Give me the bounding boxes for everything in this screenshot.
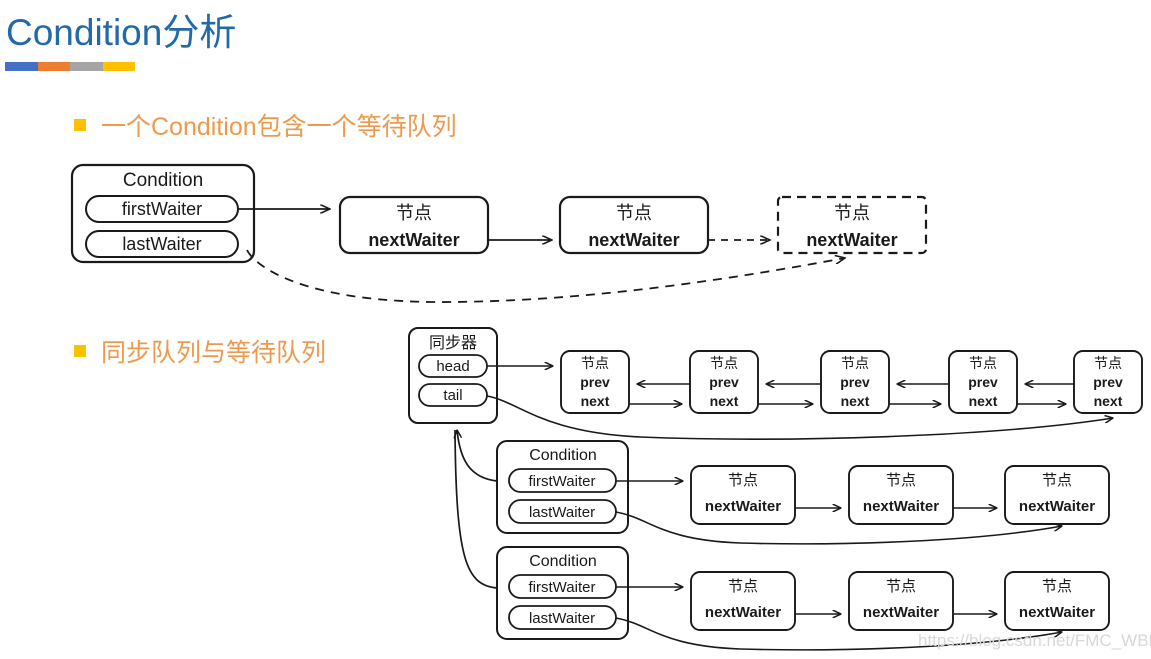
condition-a-node-3-title: 节点 (1042, 472, 1072, 489)
sync-node-5-title: 节点 (1094, 355, 1122, 371)
synchronizer-tail: tail (443, 387, 462, 404)
sync-node-2: 节点 prev next (689, 350, 759, 414)
title-rule-segment-1 (5, 62, 38, 71)
condition-b-node-2-nextwaiter: nextWaiter (863, 604, 939, 621)
top-condition-box: Condition firstWaiter lastWaiter (70, 163, 256, 264)
bullet-label-2: 同步队列与等待队列 (101, 339, 327, 367)
condition-a-node-3: 节点 nextWaiter (1004, 465, 1110, 525)
top-node-1: 节点 nextWaiter (338, 195, 490, 255)
synchronizer-head: head (436, 358, 469, 375)
sync-node-5: 节点 prev next (1073, 350, 1143, 414)
sync-node-4: 节点 prev next (948, 350, 1018, 414)
condition-to-tail-connectors (455, 430, 498, 589)
top-condition-lastwaiter: lastWaiter (122, 234, 201, 254)
condition-box-a: Condition firstWaiter lastWaiter (496, 440, 629, 534)
synchronizer-box: 同步器 head tail (408, 327, 498, 424)
condition-a-node-1: 节点 nextWaiter (690, 465, 796, 525)
condition-a-title: Condition (529, 447, 597, 464)
sync-node-3: 节点 prev next (820, 350, 890, 414)
top-condition-title: Condition (123, 170, 203, 191)
condition-b-node-2: 节点 nextWaiter (848, 571, 954, 631)
bullet-item-1: 一个Condition包含一个等待队列 (74, 107, 457, 143)
title-underline-bar (5, 62, 135, 71)
condition-b-node-1-nextwaiter: nextWaiter (705, 604, 781, 621)
sync-node-1-next: next (581, 393, 610, 409)
condition-box-b: Condition firstWaiter lastWaiter (496, 546, 629, 640)
slide-canvas: Condition分析 一个Condition包含一个等待队列 同步队列与等待队… (0, 0, 1151, 659)
sync-node-2-next: next (710, 393, 739, 409)
top-node-3-title: 节点 (834, 203, 870, 223)
sync-node-2-prev: prev (709, 374, 739, 390)
sync-node-1-title: 节点 (581, 355, 609, 371)
condition-a-node-1-nextwaiter: nextWaiter (705, 498, 781, 515)
synchronizer-title: 同步器 (429, 334, 477, 352)
top-node-1-nextwaiter: nextWaiter (368, 230, 459, 250)
condition-b-node-1: 节点 nextWaiter (690, 571, 796, 631)
top-node-2-nextwaiter: nextWaiter (588, 230, 679, 250)
square-bullet-icon (74, 345, 86, 357)
diagram-layer: Condition firstWaiter lastWaiter 节点 next… (70, 163, 1143, 651)
top-node-3-nextwaiter: nextWaiter (806, 230, 897, 250)
title-rule-segment-4 (102, 62, 135, 71)
title-rule-segment-2 (37, 62, 70, 71)
condition-a-node-3-nextwaiter: nextWaiter (1019, 498, 1095, 515)
watermark-text: https://blog.csdn.net/FMC_WBL (918, 631, 1151, 650)
condition-b-node-3: 节点 nextWaiter (1004, 571, 1110, 631)
sync-node-5-prev: prev (1093, 374, 1123, 390)
condition-a-firstwaiter: firstWaiter (529, 473, 596, 490)
condition-b-firstwaiter: firstWaiter (529, 579, 596, 596)
title-rule-segment-3 (70, 62, 103, 71)
condition-a-node-2-title: 节点 (886, 472, 916, 489)
condition-a-node-2-nextwaiter: nextWaiter (863, 498, 939, 515)
sync-node-3-prev: prev (840, 374, 870, 390)
top-node-2: 节点 nextWaiter (558, 195, 710, 255)
sync-node-4-prev: prev (968, 374, 998, 390)
condition-b-lastwaiter: lastWaiter (529, 610, 595, 627)
top-connectors (238, 209, 845, 303)
sync-node-4-next: next (969, 393, 998, 409)
condition-b-node-3-nextwaiter: nextWaiter (1019, 604, 1095, 621)
square-bullet-icon (74, 119, 86, 131)
bullet-item-2: 同步队列与等待队列 (74, 333, 326, 369)
condition-a-node-2: 节点 nextWaiter (848, 465, 954, 525)
top-node-3: 节点 nextWaiter (776, 195, 928, 255)
condition-a-connectors (615, 481, 1062, 545)
condition-a-lastwaiter: lastWaiter (529, 504, 595, 521)
sync-node-5-next: next (1094, 393, 1123, 409)
top-condition-firstwaiter: firstWaiter (122, 199, 202, 219)
top-node-2-title: 节点 (616, 203, 652, 223)
condition-b-title: Condition (529, 553, 597, 570)
condition-a-node-1-title: 节点 (728, 472, 758, 489)
top-node-1-title: 节点 (396, 203, 432, 223)
condition-b-node-3-title: 节点 (1042, 578, 1072, 595)
sync-node-3-title: 节点 (841, 355, 869, 371)
sync-node-1-prev: prev (580, 374, 610, 390)
sync-node-1: 节点 prev next (560, 350, 630, 414)
sync-queue-connectors (486, 366, 1113, 440)
sync-node-3-next: next (841, 393, 870, 409)
condition-b-node-2-title: 节点 (886, 578, 916, 595)
sync-node-4-title: 节点 (969, 355, 997, 371)
bullet-label-1: 一个Condition包含一个等待队列 (101, 113, 457, 141)
page-title: Condition分析 (6, 12, 237, 53)
sync-node-2-title: 节点 (710, 355, 738, 371)
condition-b-node-1-title: 节点 (728, 578, 758, 595)
